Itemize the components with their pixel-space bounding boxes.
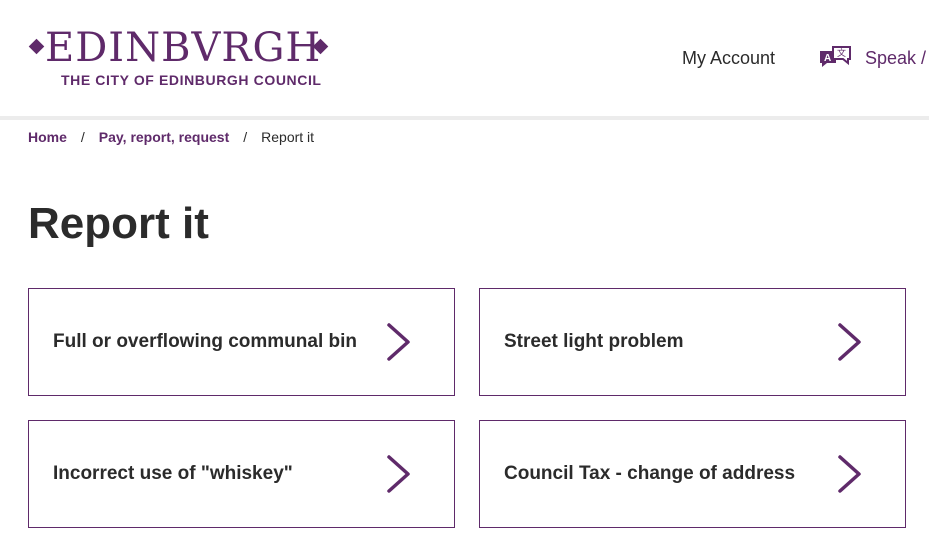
breadcrumb: Home / Pay, report, request / Report it [28,128,314,146]
card-label: Street light problem [504,331,684,352]
card-label: Council Tax - change of address [504,463,796,484]
breadcrumb-separator: / [243,129,248,145]
logo-word: EDINBVRGH [45,25,322,71]
breadcrumb-pay-report-request[interactable]: Pay, report, request [99,129,229,145]
svg-text:文: 文 [837,47,846,59]
page-title: Report it [28,199,209,248]
header-divider [0,116,929,120]
chevron-right-icon [838,455,861,493]
logo-wordmark: EDINBVRGH [28,26,329,70]
logo-subtitle: THE CITY OF EDINBURGH COUNCIL [61,72,322,88]
breadcrumb-home[interactable]: Home [28,129,67,145]
translate-speech-icon[interactable]: A 文 [818,45,852,71]
chevron-right-icon [838,323,861,361]
council-logo[interactable]: EDINBVRGH THE CITY OF EDINBURGH COUNCIL [28,26,329,92]
breadcrumb-current: Report it [261,129,315,145]
speak-language-link[interactable]: Speak / [865,47,926,69]
card-label: Incorrect use of "whiskey" [53,463,293,484]
my-account-link[interactable]: My Account [682,47,775,69]
card-label: Full or overflowing communal bin [53,331,358,352]
site-header: EDINBVRGH THE CITY OF EDINBURGH COUNCIL … [0,0,929,116]
logo-diamond-left-icon [28,38,45,55]
card-full-overflowing-communal-bin[interactable]: Full or overflowing communal bin [28,288,455,396]
breadcrumb-separator: / [80,129,85,145]
card-incorrect-use-of-whiskey[interactable]: Incorrect use of "whiskey" [28,420,455,528]
card-council-tax-change-of-address[interactable]: Council Tax - change of address [479,420,906,528]
svg-text:A: A [824,53,831,64]
chevron-right-icon [387,455,410,493]
card-street-light-problem[interactable]: Street light problem [479,288,906,396]
chevron-right-icon [387,323,410,361]
